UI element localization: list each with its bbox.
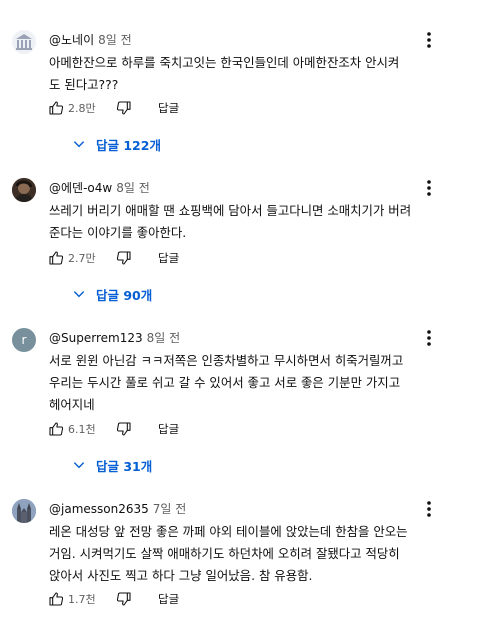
chevron-down-icon (73, 141, 85, 148)
comment-actions: 1.7천 답글 (46, 591, 246, 611)
dislike-button[interactable] (116, 591, 132, 607)
photo-avatar-icon (12, 178, 36, 202)
comment-author[interactable]: @에덴-o4w (49, 181, 112, 195)
cathedral-photo-icon (12, 499, 36, 523)
comment-text: 아메한잔으로 하루를 죽치고잇는 한국인들인데 아메한잔조차 안시켜 도 된다고… (49, 55, 400, 92)
comment-actions: 2.8만 답글 (46, 100, 246, 120)
avatar[interactable] (12, 499, 36, 523)
more-vert-icon (427, 501, 431, 517)
chevron-down-icon (73, 291, 85, 298)
building-columns-icon (12, 30, 36, 54)
like-count: 2.7만 (68, 252, 96, 265)
comment-header: @Superrem123 8일 전 (49, 330, 180, 346)
view-replies-button[interactable]: 답글 31개 (72, 455, 152, 475)
more-actions-button[interactable] (419, 499, 439, 519)
reply-button[interactable]: 답글 (158, 591, 179, 607)
more-actions-button[interactable] (419, 30, 439, 50)
like-count: 2.8만 (68, 102, 96, 115)
comment-actions: 6.1천 답글 (46, 421, 246, 441)
avatar-letter: r (21, 333, 27, 347)
replies-count-label: 답글 31개 (96, 458, 153, 474)
like-button[interactable]: 2.8만 (48, 100, 96, 116)
replies-count-label: 답글 122개 (96, 137, 161, 153)
thumb-up-icon (49, 101, 64, 115)
reply-button[interactable]: 답글 (158, 100, 179, 116)
avatar[interactable] (12, 30, 36, 54)
reply-button[interactable]: 답글 (158, 250, 179, 266)
like-button[interactable]: 6.1천 (48, 421, 96, 437)
comment-time[interactable]: 7일 전 (153, 502, 187, 516)
dislike-button[interactable] (116, 250, 132, 266)
comment-header: @노네이 8일 전 (49, 32, 132, 48)
comment-text: 쓰레기 버리기 애매할 땐 쇼핑백에 담아서 들고다니면 소매치기가 버려 준다… (49, 203, 412, 240)
thumb-down-icon (116, 251, 131, 265)
reply-label: 답글 (158, 592, 180, 606)
more-actions-button[interactable] (419, 178, 439, 198)
comment-author[interactable]: @Superrem123 (49, 331, 143, 345)
thumb-down-icon (116, 101, 131, 115)
replies-count-label: 답글 90개 (96, 287, 153, 303)
avatar[interactable]: r (12, 328, 36, 352)
more-vert-icon (427, 32, 431, 48)
thumb-down-icon (116, 422, 131, 436)
reply-button[interactable]: 답글 (158, 421, 179, 437)
avatar[interactable] (12, 178, 36, 202)
thumb-down-icon (116, 592, 131, 606)
comment-actions: 2.7만 답글 (46, 250, 246, 270)
dislike-button[interactable] (116, 100, 132, 116)
comment-header: @jamesson2635 7일 전 (49, 501, 186, 517)
comment-header: @에덴-o4w 8일 전 (49, 180, 150, 196)
thumb-up-icon (49, 592, 64, 606)
comment-author[interactable]: @jamesson2635 (49, 502, 149, 516)
like-count: 6.1천 (68, 423, 96, 436)
comment-text: 레온 대성당 앞 전망 좋은 까페 야외 테이블에 앉았는데 한참을 안오는 거… (49, 524, 408, 583)
comment-text: 서로 윈윈 아닌감 ㅋㅋ저쪽은 인종차별하고 무시하면서 히죽거릴꺼고 우리는 … (49, 353, 404, 412)
reply-label: 답글 (158, 101, 180, 115)
chevron-down-icon (73, 462, 85, 469)
like-button[interactable]: 1.7천 (48, 591, 96, 607)
comment-time[interactable]: 8일 전 (116, 181, 150, 195)
view-replies-button[interactable]: 답글 90개 (72, 284, 152, 304)
comment-time[interactable]: 8일 전 (147, 331, 181, 345)
more-vert-icon (427, 330, 431, 346)
like-button[interactable]: 2.7만 (48, 250, 96, 266)
thumb-up-icon (49, 422, 64, 436)
more-actions-button[interactable] (419, 328, 439, 348)
reply-label: 답글 (158, 251, 180, 265)
comment-author[interactable]: @노네이 (49, 33, 94, 47)
comment-time[interactable]: 8일 전 (98, 33, 132, 47)
reply-label: 답글 (158, 422, 180, 436)
thumb-up-icon (49, 251, 64, 265)
more-vert-icon (427, 180, 431, 196)
dislike-button[interactable] (116, 421, 132, 437)
like-count: 1.7천 (68, 593, 96, 606)
view-replies-button[interactable]: 답글 122개 (72, 134, 161, 154)
